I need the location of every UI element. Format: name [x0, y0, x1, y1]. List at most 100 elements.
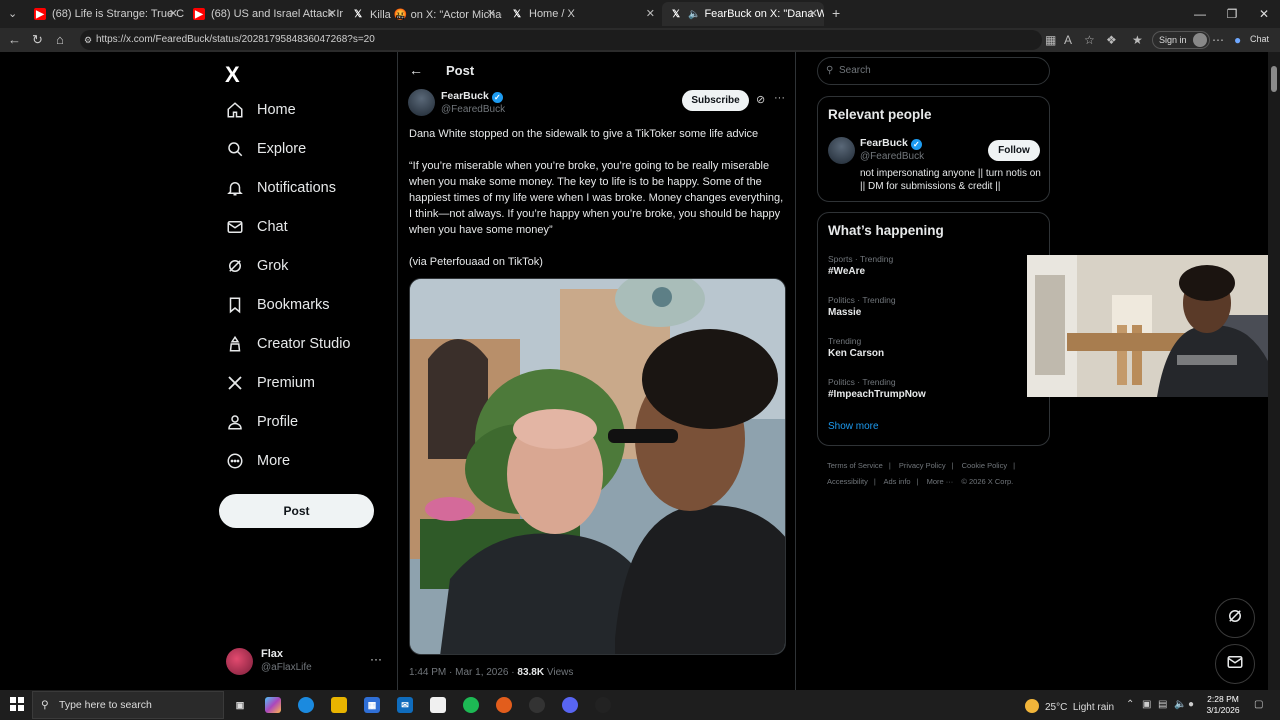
nav-item-home[interactable]: Home	[226, 101, 296, 119]
sign-in-button[interactable]: Sign in	[1152, 31, 1210, 49]
trend-item[interactable]: Sports · Trending #WeAre	[828, 254, 893, 277]
discord-icon[interactable]	[562, 697, 578, 713]
tray-chevron-icon[interactable]: ⌃	[1126, 699, 1134, 710]
read-aloud-icon[interactable]: A	[1064, 33, 1072, 47]
notification-icon[interactable]: ▢	[1254, 699, 1263, 710]
nav-item-profile[interactable]: Profile	[226, 413, 298, 431]
back-arrow-icon[interactable]: ←	[409, 62, 423, 78]
account-switcher[interactable]: Flax @aFlaxLife ···	[226, 646, 386, 678]
app-icon[interactable]	[595, 697, 611, 713]
footer-link-privacy[interactable]: Privacy Policy	[899, 461, 946, 470]
relevant-person-handle[interactable]: @FearedBuck	[860, 151, 924, 162]
account-name: Flax	[261, 648, 284, 660]
close-icon[interactable]: ✕	[169, 7, 178, 20]
footer-link-cookie[interactable]: Cookie Policy	[962, 461, 1007, 470]
follow-button[interactable]: Follow	[988, 140, 1040, 161]
more-dots-icon: ···	[370, 652, 382, 666]
nav-item-explore[interactable]: Explore	[226, 140, 306, 158]
grok-explain-icon[interactable]: ⊘	[756, 93, 765, 106]
close-icon[interactable]: ✕	[328, 7, 337, 20]
author-handle[interactable]: @FearedBuck	[441, 104, 505, 115]
search-input[interactable]: ⚲ Search	[817, 57, 1050, 85]
close-icon[interactable]: ✕	[809, 7, 818, 20]
media-player-icon[interactable]	[496, 697, 512, 713]
nav-label: Home	[257, 102, 296, 118]
messages-floating-button[interactable]	[1215, 644, 1255, 684]
nav-item-creator-studio[interactable]: Creator Studio	[226, 335, 351, 353]
extensions-icon[interactable]: ❖	[1106, 33, 1117, 47]
copilot-icon[interactable]	[265, 697, 281, 713]
nav-item-more[interactable]: More	[226, 452, 290, 470]
nav-item-premium[interactable]: Premium	[226, 374, 315, 392]
browser-tab-active[interactable]: 𝕏 🔈 FearBuck on X: "Dana White s ✕	[662, 2, 824, 26]
trend-item[interactable]: Politics · Trending Massie	[828, 295, 896, 318]
app-available-icon[interactable]: ▦	[1045, 33, 1056, 47]
copilot-icon[interactable]: ●	[1234, 33, 1241, 47]
home-icon[interactable]: ⌂	[56, 32, 64, 47]
grok-floating-button[interactable]	[1215, 598, 1255, 638]
close-icon[interactable]: ✕	[646, 7, 655, 20]
microphone-icon[interactable]: ●	[1188, 699, 1194, 710]
browser-tab[interactable]: 𝕏 Killa 🤬 on X: "Actor Michael Rain ✕	[344, 2, 502, 26]
x-logo[interactable]: X	[225, 62, 240, 88]
menu-dots-icon[interactable]: ⋯	[1212, 33, 1224, 47]
views-label: Views	[544, 667, 574, 678]
browser-tab[interactable]: 𝕏 Home / X ✕	[503, 2, 661, 26]
minimize-icon[interactable]: —	[1184, 0, 1216, 28]
restore-icon[interactable]: ❐	[1216, 0, 1248, 28]
post-button[interactable]: Post	[219, 494, 374, 528]
trend-category: Sports · Trending	[828, 254, 894, 264]
network-icon[interactable]: ▤	[1158, 699, 1167, 710]
more-options-icon[interactable]: ···	[774, 92, 785, 104]
edge-browser-icon[interactable]	[298, 697, 314, 713]
show-more-link[interactable]: Show more	[828, 421, 879, 432]
nav-item-notifications[interactable]: Notifications	[226, 179, 336, 197]
browser-tab[interactable]: ▶ (68) Life is Strange: True Colors - C …	[26, 2, 184, 26]
taskbar-clock[interactable]: 2:28 PM 3/1/2026	[1200, 694, 1246, 716]
notepad-icon[interactable]	[430, 697, 446, 713]
file-explorer-icon[interactable]	[331, 697, 347, 713]
windows-start-icon[interactable]	[10, 697, 24, 711]
obs-icon[interactable]	[529, 697, 545, 713]
mail-icon[interactable]: ✉	[397, 697, 413, 713]
task-view-icon[interactable]: ▣	[232, 697, 248, 713]
site-info-icon[interactable]: ⚙	[84, 30, 92, 50]
author-name[interactable]: FearBuck ✓	[441, 90, 503, 103]
avatar[interactable]	[828, 137, 855, 164]
volume-icon[interactable]: 🔈	[1174, 699, 1186, 710]
author-avatar[interactable]	[408, 89, 435, 116]
spotify-icon[interactable]	[463, 697, 479, 713]
window-close-icon[interactable]: ✕	[1248, 0, 1280, 28]
tab-actions-chevron-icon[interactable]: ⌄	[8, 7, 17, 20]
favorite-star-icon[interactable]: ☆	[1084, 33, 1095, 47]
favorites-icon[interactable]: ★	[1132, 33, 1143, 47]
footer-link-more[interactable]: More ···	[927, 477, 954, 486]
subscribe-button[interactable]: Subscribe	[682, 90, 749, 111]
weather-widget[interactable]: 25°C Light rain	[1025, 699, 1114, 713]
trend-item[interactable]: Politics · Trending #ImpeachTrumpNow	[828, 377, 926, 400]
close-icon[interactable]: ✕	[487, 7, 496, 20]
taskbar-search-input[interactable]: ⚲ Type here to search	[32, 691, 224, 719]
footer-link-ads[interactable]: Ads info	[883, 477, 910, 486]
footer-link-terms[interactable]: Terms of Service	[827, 461, 883, 470]
post-video[interactable]	[409, 278, 786, 655]
browser-tab[interactable]: ▶ (68) US and Israel Attack Iran - LIV ✕	[185, 2, 343, 26]
copilot-chat-label[interactable]: Chat	[1250, 34, 1269, 44]
url-field[interactable]: ⚙ https://x.com/FearedBuck/status/202817…	[80, 30, 1042, 50]
scrollbar-thumb[interactable]	[1271, 66, 1277, 92]
back-icon[interactable]: ←	[8, 32, 21, 47]
tray-app-icon[interactable]: ▣	[1142, 699, 1151, 710]
nav-item-grok[interactable]: Grok	[226, 257, 288, 275]
speaker-icon[interactable]: 🔈	[688, 9, 700, 20]
nav-item-bookmarks[interactable]: Bookmarks	[226, 296, 330, 314]
page-scrollbar[interactable]	[1268, 52, 1280, 690]
new-tab-button[interactable]: +	[832, 5, 840, 21]
microsoft-store-icon[interactable]: ▦	[364, 697, 380, 713]
post-timestamp[interactable]: 1:44 PM · Mar 1, 2026 · 83.8K Views	[409, 667, 573, 678]
trend-item[interactable]: Trending Ken Carson	[828, 336, 884, 359]
refresh-icon[interactable]: ↻	[32, 32, 43, 48]
x-page: X Home Explore Notifications Chat Grok B…	[0, 52, 1268, 690]
footer-link-accessibility[interactable]: Accessibility	[827, 477, 868, 486]
relevant-person-name[interactable]: FearBuck ✓	[860, 137, 922, 150]
nav-item-chat[interactable]: Chat	[226, 218, 288, 236]
